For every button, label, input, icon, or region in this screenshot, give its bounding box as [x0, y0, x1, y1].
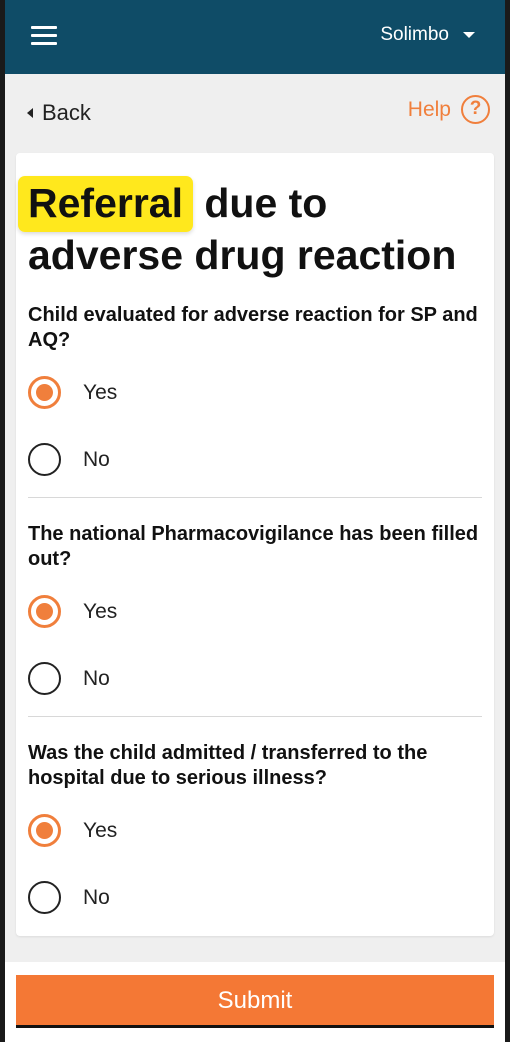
- submit-button[interactable]: Submit: [16, 975, 494, 1028]
- option-label: No: [83, 447, 110, 471]
- question-3-option-no[interactable]: No: [28, 881, 110, 914]
- question-3: Was the child admitted / transferred to …: [28, 741, 482, 914]
- option-label: No: [83, 885, 110, 909]
- question-3-option-yes[interactable]: Yes: [28, 814, 117, 847]
- option-label: Yes: [83, 380, 118, 404]
- radio-selected-icon[interactable]: [28, 376, 61, 409]
- back-button[interactable]: Back: [27, 100, 91, 126]
- option-label: No: [83, 666, 110, 690]
- user-menu[interactable]: Solimbo: [380, 24, 475, 46]
- question-2-text: The national Pharmacovigilance has been …: [28, 523, 479, 570]
- question-2: The national Pharmacovigilance has been …: [28, 522, 482, 695]
- chevron-left-icon: [27, 108, 33, 118]
- divider: [28, 716, 482, 717]
- hamburger-menu-icon[interactable]: [31, 26, 57, 46]
- radio-selected-icon[interactable]: [28, 814, 61, 847]
- user-name: Solimbo: [380, 24, 449, 45]
- radio-unselected-icon[interactable]: [28, 443, 61, 476]
- app-screen: Solimbo Back Help ? Referral due to adve…: [5, 0, 505, 1042]
- top-bar: Solimbo: [5, 0, 505, 74]
- question-circle-icon: ?: [461, 95, 490, 124]
- question-2-option-yes[interactable]: Yes: [28, 595, 117, 628]
- radio-unselected-icon[interactable]: [28, 881, 61, 914]
- question-1-option-no[interactable]: No: [28, 443, 110, 476]
- question-1-text: Child evaluated for adverse reaction for…: [28, 304, 478, 351]
- title-highlight: Referral: [18, 176, 193, 232]
- question-1: Child evaluated for adverse reaction for…: [28, 303, 482, 476]
- back-label: Back: [42, 100, 91, 125]
- help-button[interactable]: Help ?: [408, 95, 490, 124]
- option-label: Yes: [83, 818, 118, 842]
- option-label: Yes: [83, 599, 118, 623]
- page-title: Referral due to adverse drug reaction: [18, 176, 484, 281]
- question-3-text: Was the child admitted / transferred to …: [28, 742, 428, 789]
- question-2-option-no[interactable]: No: [28, 662, 110, 695]
- help-label: Help: [407, 97, 451, 121]
- footer-bar: Submit: [5, 962, 505, 1042]
- radio-selected-icon[interactable]: [28, 595, 61, 628]
- radio-unselected-icon[interactable]: [28, 662, 61, 695]
- form-card: Referral due to adverse drug reaction Ch…: [16, 153, 494, 936]
- caret-down-icon: [463, 32, 475, 38]
- divider: [28, 497, 482, 498]
- question-1-option-yes[interactable]: Yes: [28, 376, 117, 409]
